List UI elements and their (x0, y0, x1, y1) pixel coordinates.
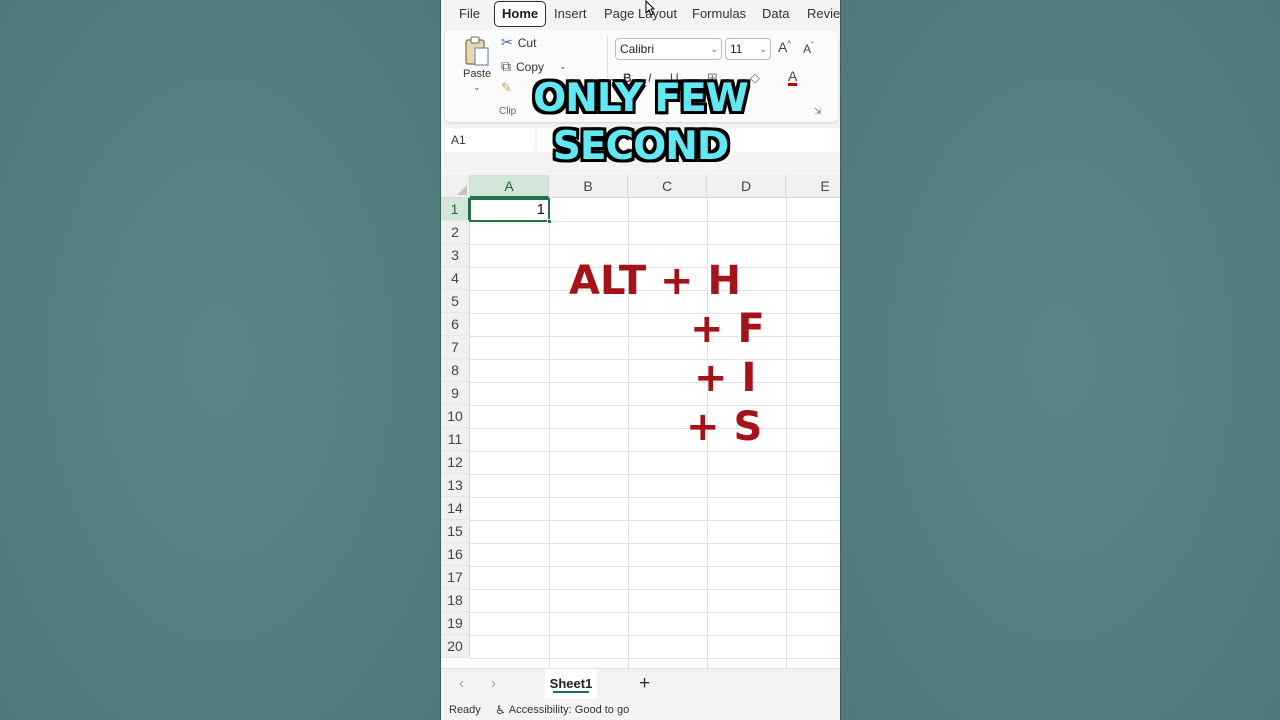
sheet-tab-label: Sheet1 (549, 676, 593, 691)
gridline (470, 244, 840, 245)
column-header-d[interactable]: D (707, 175, 786, 198)
status-bar: Ready ♿ Accessibility: Good to go (441, 700, 840, 720)
row-header[interactable]: 9 (441, 382, 470, 405)
copy-dropdown-chevron-icon[interactable]: ⌄ (559, 61, 567, 72)
font-size-value: 11 (730, 42, 743, 56)
shrink-font-button[interactable]: Aˇ (803, 41, 814, 56)
gridline (470, 612, 840, 613)
row-header[interactable]: 16 (441, 543, 470, 566)
gridline (786, 198, 787, 668)
tab-formulas[interactable]: Formulas (692, 0, 746, 27)
accessibility-label: Accessibility: Good to go (508, 704, 630, 716)
row-header[interactable]: 1 (441, 198, 470, 221)
cut-button[interactable]: ✂ Cut (501, 34, 536, 51)
active-sheet-indicator (553, 691, 589, 693)
shortcut-line-2: + F (690, 306, 765, 352)
tab-review[interactable]: Review (807, 0, 840, 27)
sheet-tab-bar: ‹ › Sheet1 + (441, 668, 840, 700)
select-all-corner[interactable] (441, 175, 470, 198)
cell-a1[interactable]: 1 (469, 198, 550, 222)
gridline (470, 589, 840, 590)
add-sheet-button[interactable]: + (639, 673, 650, 695)
status-ready: Ready (449, 704, 481, 716)
font-name-value: Calibri (620, 42, 655, 56)
mouse-cursor-icon (645, 0, 655, 16)
row-header[interactable]: 12 (441, 451, 470, 474)
tab-home[interactable]: Home (494, 1, 547, 27)
gridline (470, 451, 840, 452)
scroll-sheets-left-icon[interactable]: ‹ (459, 675, 464, 692)
accessibility-status[interactable]: ♿ Accessibility: Good to go (495, 703, 629, 717)
background-right (841, 0, 1280, 720)
column-header-e[interactable]: E (786, 175, 840, 198)
gridline (470, 405, 840, 406)
row-header[interactable]: 4 (441, 267, 470, 290)
row-header[interactable]: 10 (441, 405, 470, 428)
gridline (470, 474, 840, 475)
tab-data[interactable]: Data (762, 0, 789, 27)
ribbon-tab-bar: File Home Insert Page Layout Formulas Da… (441, 0, 840, 28)
chevron-down-icon: ⌄ (759, 44, 767, 54)
scissors-icon: ✂ (501, 34, 513, 50)
select-all-triangle-icon (457, 185, 467, 195)
row-header[interactable]: 14 (441, 497, 470, 520)
grow-font-glyph: A (778, 39, 788, 55)
row-header[interactable]: 2 (441, 221, 470, 244)
font-size-dropdown[interactable]: 11 ⌄ (725, 38, 771, 60)
grow-font-button[interactable]: A^ (778, 39, 791, 55)
gridline (470, 658, 840, 659)
row-header[interactable]: 17 (441, 566, 470, 589)
gridline (470, 359, 840, 360)
tab-page-layout[interactable]: Page Layout (604, 0, 677, 27)
row-header[interactable]: 3 (441, 244, 470, 267)
row-header[interactable]: 5 (441, 290, 470, 313)
row-header[interactable]: 7 (441, 336, 470, 359)
fill-handle[interactable] (547, 219, 552, 224)
overlay-title-line-1: ONLY FEW (533, 76, 749, 121)
column-header-c[interactable]: C (628, 175, 707, 198)
gridline (470, 497, 840, 498)
tab-file[interactable]: File (459, 0, 480, 27)
row-header[interactable]: 11 (441, 428, 470, 451)
gridline (470, 635, 840, 636)
shortcut-line-3: + I (694, 355, 757, 401)
row-header[interactable]: 15 (441, 520, 470, 543)
chevron-down-icon: ⌄ (710, 44, 718, 54)
column-header-a[interactable]: A (470, 175, 549, 198)
accessibility-icon: ♿ (495, 703, 506, 717)
gridline (470, 520, 840, 521)
gridline (470, 313, 840, 314)
row-header[interactable]: 6 (441, 313, 470, 336)
gridline (470, 382, 840, 383)
scroll-sheets-right-icon[interactable]: › (491, 675, 496, 692)
shrink-font-glyph: A (803, 42, 812, 56)
paste-icon[interactable] (463, 35, 491, 67)
copy-label: Copy (516, 59, 545, 74)
shortcut-line-4: + S (686, 404, 763, 450)
worksheet-grid[interactable]: A B C D E 1 2 3 4 5 6 7 8 9 10 11 12 13 … (441, 175, 840, 668)
gridline (549, 198, 550, 668)
gridline (470, 336, 840, 337)
overlay-title-line-2: SECOND (552, 124, 730, 169)
gridline (470, 428, 840, 429)
row-header[interactable]: 20 (441, 635, 470, 658)
row-header[interactable]: 8 (441, 359, 470, 382)
row-header[interactable]: 13 (441, 474, 470, 497)
gridline (470, 543, 840, 544)
gridline (470, 566, 840, 567)
copy-button[interactable]: ⧉ Copy ⌄ (501, 58, 567, 75)
column-header-b[interactable]: B (549, 175, 628, 198)
row-header[interactable]: 18 (441, 589, 470, 612)
row-header[interactable]: 19 (441, 612, 470, 635)
copy-icon: ⧉ (501, 58, 511, 74)
font-name-dropdown[interactable]: Calibri ⌄ (615, 38, 722, 60)
sheet-tab-sheet1[interactable]: Sheet1 (545, 669, 597, 699)
cut-label: Cut (517, 35, 537, 50)
background-left (0, 0, 440, 720)
tab-insert[interactable]: Insert (554, 0, 587, 27)
shortcut-line-1: ALT + H (569, 258, 741, 304)
